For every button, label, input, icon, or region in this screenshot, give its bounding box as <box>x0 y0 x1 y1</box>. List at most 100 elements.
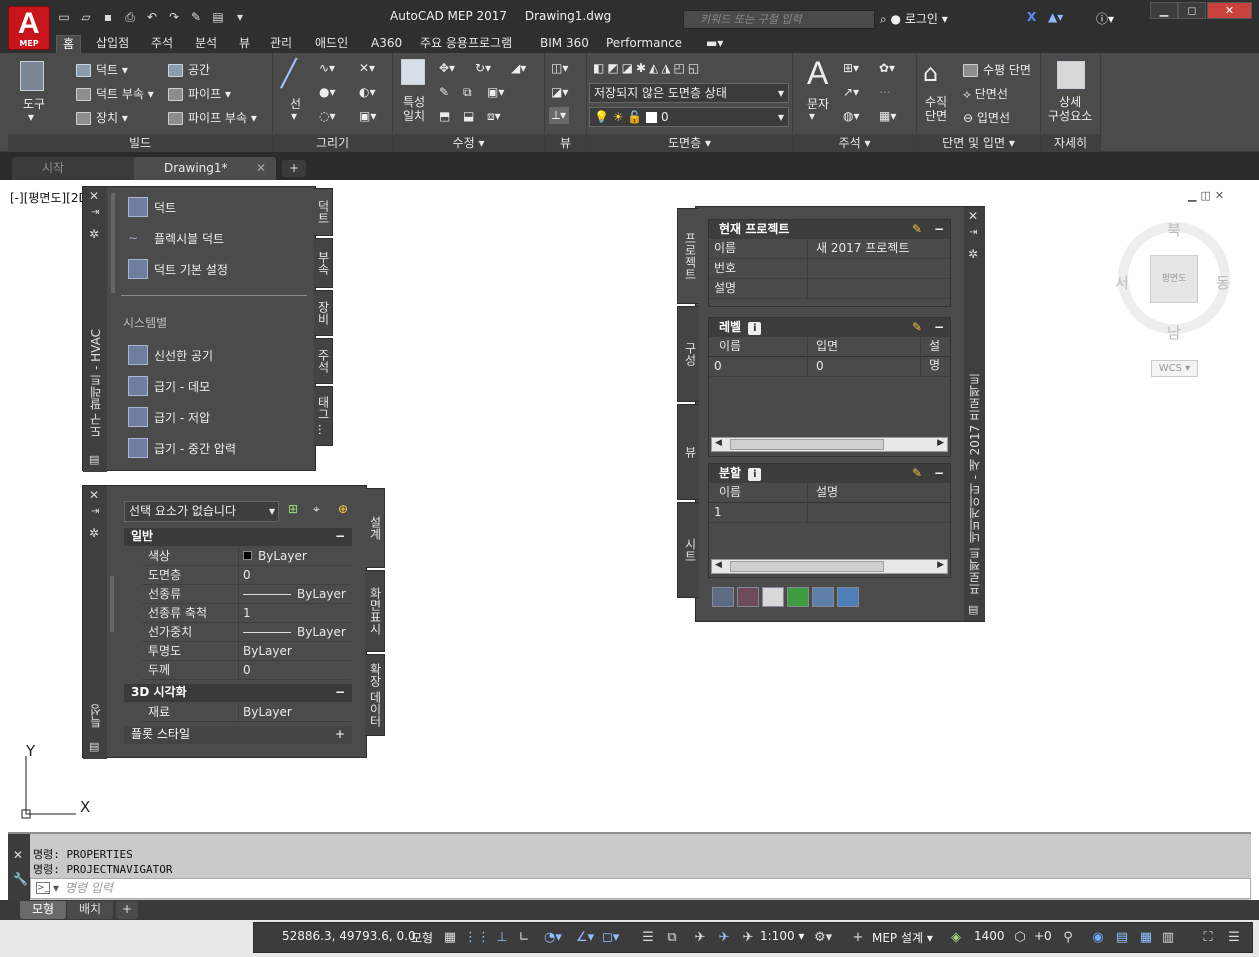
device-button[interactable]: 장치 ▾ <box>76 109 128 126</box>
prop-row[interactable]: 도면층 0 <box>142 566 351 585</box>
polar-icon[interactable]: ◔▾ <box>544 930 562 946</box>
palette-menu-icon[interactable]: ▤ <box>968 603 978 616</box>
print-icon[interactable]: ⎙ <box>122 10 138 25</box>
pickadd-icon[interactable]: ⊕ <box>338 502 348 516</box>
autohide-icon[interactable]: ⇥ <box>969 227 977 238</box>
panel-title-modify[interactable]: 수정 ▾ <box>393 134 544 152</box>
plus-icon[interactable]: + <box>850 930 866 946</box>
ribbon-options-icon[interactable]: ▬▾ <box>700 35 729 53</box>
close-icon[interactable]: ✕ <box>256 157 266 179</box>
save-icon[interactable]: ▪ <box>100 10 116 25</box>
palette-tab-fittings[interactable]: 부속 <box>314 238 333 288</box>
view-cube-icon[interactable]: ◫▾ <box>551 61 568 75</box>
collapse-icon[interactable]: − <box>335 684 345 701</box>
customize-icon[interactable]: ☰ <box>1226 930 1242 946</box>
prop-row[interactable]: 재료 ByLayer <box>142 703 351 722</box>
info-icon[interactable]: i <box>748 322 762 335</box>
table-icon[interactable]: ▦▾ <box>879 109 896 123</box>
prop-row[interactable]: 투명도 ByLayer <box>142 642 351 661</box>
panel-title-build[interactable]: 빌드 <box>8 134 272 152</box>
palette-tool-duct-preferences[interactable]: 덕트 기본 설정 <box>128 257 228 281</box>
login-button[interactable]: ⌕ ● 로그인 ▾ <box>880 10 948 27</box>
annotate-tools-icon[interactable]: ✿▾ <box>879 61 895 75</box>
scroll-right-icon[interactable]: ▶ <box>937 438 944 448</box>
rotate-icon[interactable]: ↻▾ <box>475 61 491 75</box>
detail-component-icon[interactable] <box>1057 61 1085 89</box>
close-icon[interactable]: ✕ <box>89 488 99 502</box>
section-3d-visualization[interactable]: 3D 시각화 − <box>124 684 352 702</box>
copy-icon[interactable]: ⧉ <box>463 85 472 100</box>
pn-tool-icon-3[interactable] <box>762 587 784 607</box>
palette-tool-fresh-air[interactable]: 신선한 공기 <box>128 343 213 367</box>
palette-menu-icon[interactable]: ▤ <box>89 740 99 753</box>
tag-icon[interactable]: ◍▾ <box>843 109 860 123</box>
pn-row[interactable]: 설명 <box>709 279 950 299</box>
pn-tool-icon-5[interactable] <box>812 587 834 607</box>
tab-a360[interactable]: A360 <box>365 35 408 53</box>
rectangle-icon[interactable]: ▣▾ <box>359 109 376 123</box>
wcs-menu[interactable]: WCS ▾ <box>1151 360 1198 377</box>
undo-icon[interactable]: ↶ <box>144 10 160 25</box>
duct-button[interactable]: 덕트 ▾ <box>76 61 128 78</box>
command-input[interactable]: >_ ▾ 명령 입력 <box>30 878 1251 899</box>
pipe-button[interactable]: 파이프 ▾ <box>168 85 231 102</box>
selection-cycling-icon[interactable]: ⧉ <box>664 930 680 946</box>
panel-title-detail[interactable]: 자세히 <box>1041 134 1100 152</box>
hardware-acceleration-icon[interactable]: ◉ <box>1090 930 1106 946</box>
tab-insert[interactable]: 삽입점 <box>90 35 135 53</box>
hatch-icon[interactable]: ◐▾ <box>359 85 376 99</box>
table-row[interactable]: 1 <box>709 503 950 523</box>
offset-value[interactable]: +0 <box>1034 929 1052 943</box>
add-layout-button[interactable]: + <box>116 901 139 919</box>
palette-tab-annotation[interactable]: 주석 <box>314 338 333 384</box>
move-icon[interactable]: ✥▾ <box>439 61 455 75</box>
scrollbar[interactable] <box>110 576 114 632</box>
customize-qat-icon[interactable]: ▾ <box>232 10 248 25</box>
arc-icon[interactable]: ◌▾ <box>319 109 336 123</box>
properties-icon[interactable]: ✲ <box>968 247 978 261</box>
cube-icon[interactable]: ⬡ <box>1012 930 1028 946</box>
compass-north[interactable]: 북 <box>1167 219 1181 240</box>
compass-south[interactable]: 남 <box>1167 322 1181 343</box>
panel-title-layers[interactable]: 도면층 ▾ <box>587 134 792 152</box>
pn-tool-icon-2[interactable] <box>737 587 759 607</box>
wrench-icon[interactable]: 🔧 <box>13 872 28 886</box>
keynote-icon[interactable]: ⋯ <box>879 85 891 99</box>
edit-levels-icon[interactable]: ✎ <box>912 318 922 336</box>
detail-component-button[interactable]: 상세 구성요소 <box>1048 95 1092 123</box>
viewport-controls[interactable]: [-][평면도][2D <box>10 189 88 206</box>
autohide-icon[interactable]: ⇥ <box>91 207 99 218</box>
close-icon[interactable]: ✕ <box>13 848 23 862</box>
layer-tools-icons[interactable]: ◧◩◪✱◭◮◰◱ <box>593 61 702 75</box>
collapse-icon[interactable]: − <box>335 528 345 545</box>
pipe-fitting-button[interactable]: 파이프 부속 ▾ <box>168 109 257 126</box>
share-icon[interactable]: ✎ <box>188 10 204 25</box>
palette-tab-duct[interactable]: 덕트 <box>314 188 333 236</box>
pn-tab-project[interactable]: 프로젝트 <box>677 208 699 304</box>
panel-title-annotation[interactable]: 주석 ▾ <box>793 134 916 152</box>
pn-tool-icon-1[interactable] <box>712 587 734 607</box>
object-snap-icon[interactable]: ◻▾ <box>602 930 619 946</box>
grid-icon[interactable]: ▦ <box>442 930 458 946</box>
tab-home[interactable]: 홈 <box>56 35 82 53</box>
line-icon[interactable]: ╱ <box>281 59 297 89</box>
refresh-icon[interactable] <box>787 587 809 607</box>
scroll-left-icon[interactable]: ◀ <box>715 560 722 570</box>
horizontal-section-button[interactable]: 수평 단면 <box>963 61 1031 78</box>
help-icon[interactable]: ⓘ▾ <box>1096 10 1114 27</box>
pn-tab-constructs[interactable]: 구성 <box>677 306 699 402</box>
workspace-select[interactable]: MEP 설계 ▾ <box>872 929 933 946</box>
scale-icon[interactable]: ▣▾ <box>487 85 504 99</box>
leader-icon[interactable]: ↗▾ <box>843 85 859 99</box>
selection-select[interactable]: 선택 요소가 없습니다 ▾ <box>124 501 279 522</box>
isodraft-icon[interactable]: ∠▾ <box>576 930 594 946</box>
polyline-icon[interactable]: ∿▾ <box>319 61 335 75</box>
tool-palette-titlebar[interactable]: ✕ ⇥ ✲ 도구 팔레트 - HVAC ▤ <box>83 187 107 472</box>
pn-tool-icon-6[interactable] <box>837 587 859 607</box>
redo-icon[interactable]: ↷ <box>166 10 182 25</box>
tab-featured-apps[interactable]: 주요 응용프로그램 <box>414 35 518 53</box>
prop-row[interactable]: 색상 ByLayer <box>142 547 351 566</box>
tab-view[interactable]: 뷰 <box>233 35 256 53</box>
prop-row[interactable]: 선가중치 ByLayer <box>142 623 351 642</box>
properties-toggle-icon[interactable]: ▥ <box>1160 930 1176 946</box>
